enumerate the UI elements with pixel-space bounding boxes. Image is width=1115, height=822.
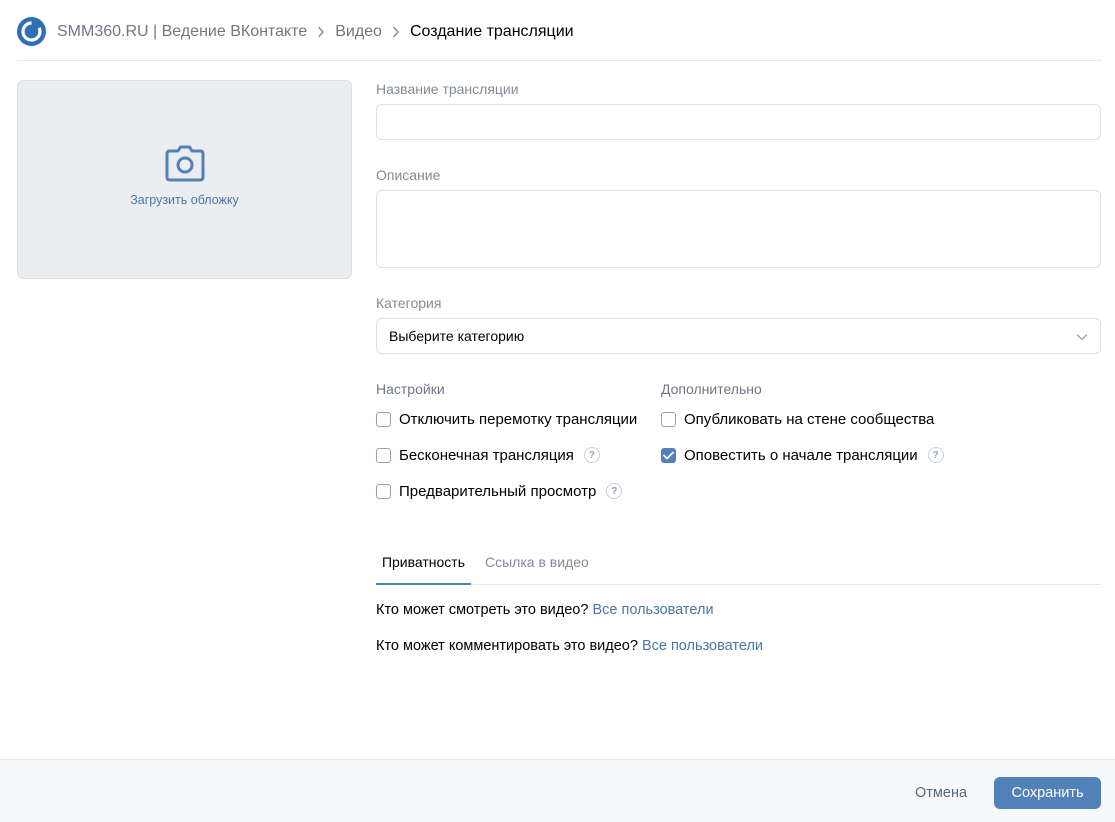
preview-label: Предварительный просмотр — [399, 482, 597, 500]
endless-stream-label: Бесконечная трансляция — [399, 446, 574, 464]
view-privacy-link[interactable]: Все пользователи — [592, 602, 713, 618]
disable-rewind-checkbox[interactable] — [376, 411, 391, 427]
settings-title: Настройки — [376, 381, 445, 397]
footer-bar: Отмена Сохранить — [0, 759, 1115, 822]
upload-cover-label: Загрузить обложку — [130, 193, 239, 207]
help-icon[interactable]: ? — [583, 447, 600, 463]
breadcrumb-video-link[interactable]: Видео — [335, 23, 382, 41]
publish-wall-label: Опубликовать на стене сообщества — [684, 410, 935, 428]
upload-cover-area[interactable]: Загрузить обложку — [17, 80, 352, 279]
comment-privacy-row: Кто может комментировать это видео? Все … — [376, 638, 763, 654]
publish-wall-checkbox-row[interactable]: Опубликовать на стене сообщества — [661, 409, 934, 429]
page-header: SMM360.RU | Ведение ВКонтакте Видео Созд… — [0, 0, 1115, 62]
title-label: Название трансляции — [376, 81, 519, 97]
notify-start-checkbox[interactable] — [661, 447, 676, 463]
disable-rewind-label: Отключить перемотку трансляции — [399, 410, 638, 428]
tab-privacy[interactable]: Приватность — [376, 540, 471, 585]
view-privacy-row: Кто может смотреть это видео? Все пользо… — [376, 602, 714, 618]
preview-checkbox[interactable] — [376, 483, 391, 499]
breadcrumb: SMM360.RU | Ведение ВКонтакте Видео Созд… — [57, 21, 574, 43]
category-label: Категория — [376, 295, 442, 311]
save-button[interactable]: Сохранить — [994, 777, 1101, 809]
comment-privacy-link[interactable]: Все пользователи — [642, 638, 763, 654]
camera-icon — [165, 145, 204, 182]
cancel-button[interactable]: Отмена — [904, 777, 978, 809]
notify-start-label: Оповестить о начале трансляции — [684, 446, 918, 464]
endless-stream-checkbox-row[interactable]: Бесконечная трансляция ? — [376, 445, 600, 465]
disable-rewind-checkbox-row[interactable]: Отключить перемотку трансляции — [376, 409, 637, 429]
publish-wall-checkbox[interactable] — [661, 411, 676, 427]
notify-start-checkbox-row[interactable]: Оповестить о начале трансляции ? — [661, 445, 944, 465]
tab-video-link[interactable]: Ссылка в видео — [485, 540, 589, 584]
chevron-right-icon — [307, 21, 335, 43]
chevron-down-icon — [1076, 334, 1088, 341]
additional-title: Дополнительно — [661, 381, 762, 397]
community-avatar-icon[interactable] — [17, 17, 46, 46]
checkmark-icon — [663, 451, 674, 459]
category-select[interactable]: Выберите категорию — [376, 318, 1101, 354]
title-input[interactable] — [376, 104, 1101, 140]
header-divider — [17, 60, 1102, 61]
comment-privacy-question: Кто может комментировать это видео? — [376, 638, 638, 654]
view-privacy-question: Кто может смотреть это видео? — [376, 602, 589, 618]
description-label: Описание — [376, 167, 441, 183]
help-icon[interactable]: ? — [606, 483, 623, 499]
preview-checkbox-row[interactable]: Предварительный просмотр ? — [376, 481, 623, 501]
help-icon[interactable]: ? — [927, 447, 944, 463]
chevron-right-icon — [382, 21, 410, 43]
description-textarea[interactable] — [376, 190, 1101, 268]
settings-tabs: Приватность Ссылка в видео — [376, 540, 1101, 585]
endless-stream-checkbox[interactable] — [376, 447, 391, 463]
page-title: Создание трансляции — [409, 23, 574, 40]
category-select-value: Выберите категорию — [389, 328, 525, 344]
breadcrumb-group-link[interactable]: SMM360.RU | Ведение ВКонтакте — [57, 23, 307, 41]
